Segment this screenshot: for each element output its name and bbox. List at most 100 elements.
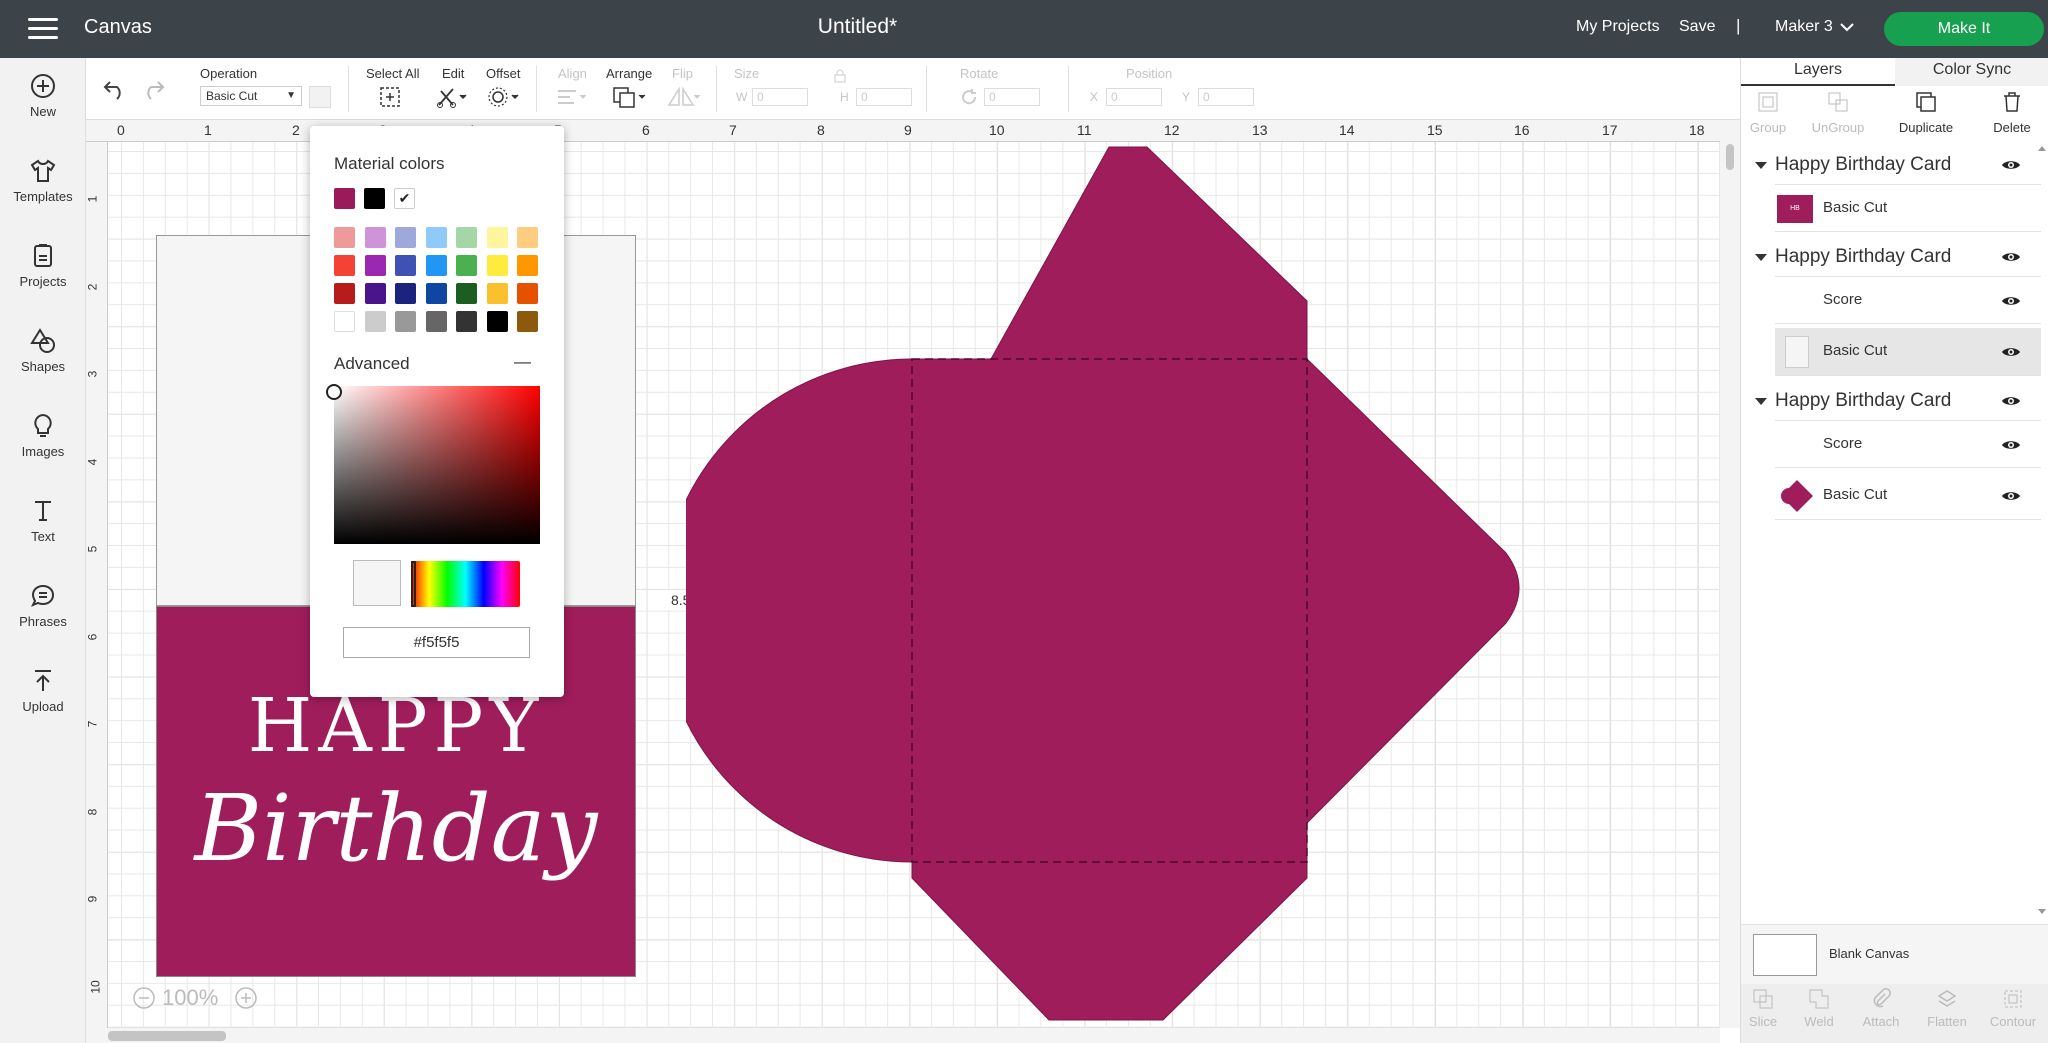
layer-row[interactable]: Score bbox=[1775, 276, 2041, 324]
layer-row[interactable]: Basic Cut bbox=[1775, 472, 2041, 520]
x-input[interactable]: 0 bbox=[1106, 88, 1162, 106]
palette-color-swatch[interactable] bbox=[395, 227, 416, 248]
expand-caret-icon[interactable] bbox=[1755, 254, 1767, 261]
document-title[interactable]: Untitled* bbox=[0, 15, 1715, 39]
palette-color-swatch[interactable] bbox=[364, 283, 386, 304]
make-it-button[interactable]: Make It bbox=[1884, 12, 2044, 46]
edit-scissors-icon[interactable] bbox=[436, 86, 468, 108]
palette-color-swatch[interactable] bbox=[486, 255, 508, 276]
eye-icon[interactable] bbox=[2001, 158, 2021, 172]
expand-caret-icon[interactable] bbox=[1755, 398, 1767, 405]
palette-color-swatch[interactable] bbox=[334, 227, 355, 248]
expand-caret-icon[interactable] bbox=[1755, 162, 1767, 169]
scroll-up-arrow-icon[interactable] bbox=[2037, 144, 2047, 152]
offset-icon[interactable] bbox=[488, 86, 520, 108]
palette-color-swatch[interactable] bbox=[395, 255, 416, 276]
eye-icon[interactable] bbox=[2001, 345, 2021, 359]
vertical-scrollbar[interactable] bbox=[1720, 122, 1740, 1028]
arrange-icon[interactable] bbox=[612, 86, 648, 108]
palette-color-swatch[interactable] bbox=[456, 255, 477, 276]
layer-group-title[interactable]: Happy Birthday Card bbox=[1775, 154, 1951, 176]
nav-phrases[interactable]: Phrases bbox=[0, 582, 86, 629]
used-color-swatch[interactable]: ✔ bbox=[394, 188, 415, 209]
duplicate-button[interactable]: Duplicate bbox=[1891, 90, 1961, 135]
palette-color-swatch[interactable] bbox=[456, 283, 477, 304]
undo-icon[interactable] bbox=[102, 78, 128, 102]
eye-icon[interactable] bbox=[2001, 294, 2021, 308]
palette-color-swatch[interactable] bbox=[486, 311, 508, 332]
machine-selector[interactable]: Maker 3 bbox=[1775, 18, 1833, 36]
envelope-shape[interactable] bbox=[686, 146, 1646, 1042]
zoom-in-icon[interactable] bbox=[234, 986, 258, 1010]
palette-color-swatch[interactable] bbox=[425, 227, 447, 248]
nav-shapes[interactable]: Shapes bbox=[0, 327, 86, 374]
y-input[interactable]: 0 bbox=[1198, 88, 1254, 106]
my-projects-link[interactable]: My Projects bbox=[1576, 18, 1660, 36]
zoom-out-icon[interactable] bbox=[132, 986, 156, 1010]
layer-row-selected[interactable]: Basic Cut bbox=[1775, 328, 2041, 376]
blank-canvas-swatch[interactable] bbox=[1753, 934, 1817, 976]
nav-templates[interactable]: Templates bbox=[0, 157, 86, 204]
palette-color-swatch[interactable] bbox=[456, 311, 477, 332]
palette-color-swatch[interactable] bbox=[517, 283, 538, 304]
nav-images[interactable]: Images bbox=[0, 412, 86, 459]
eye-icon[interactable] bbox=[2001, 394, 2021, 408]
eye-icon[interactable] bbox=[2001, 489, 2021, 503]
layer-row[interactable]: Score bbox=[1775, 420, 2041, 468]
nav-new[interactable]: New bbox=[0, 72, 86, 119]
vertical-scroll-thumb[interactable] bbox=[1726, 144, 1734, 170]
palette-color-swatch[interactable] bbox=[425, 311, 447, 332]
palette-color-swatch[interactable] bbox=[334, 311, 355, 332]
used-color-swatch[interactable] bbox=[334, 188, 355, 209]
blank-canvas-row[interactable]: Blank Canvas bbox=[1741, 924, 2048, 984]
collapse-advanced-button[interactable]: — bbox=[514, 352, 531, 372]
palette-color-swatch[interactable] bbox=[486, 283, 508, 304]
palette-color-swatch[interactable] bbox=[517, 311, 538, 332]
hex-input[interactable]: #f5f5f5 bbox=[343, 627, 530, 658]
palette-color-swatch[interactable] bbox=[425, 283, 447, 304]
operation-color-swatch[interactable] bbox=[309, 86, 331, 108]
palette-color-swatch[interactable] bbox=[425, 255, 447, 276]
eye-icon[interactable] bbox=[2001, 250, 2021, 264]
palette-color-swatch[interactable] bbox=[364, 255, 386, 276]
palette-color-swatch[interactable] bbox=[395, 283, 416, 304]
save-link[interactable]: Save bbox=[1679, 18, 1715, 36]
palette-color-swatch[interactable] bbox=[334, 283, 355, 304]
hue-handle[interactable] bbox=[411, 561, 416, 607]
select-all-icon[interactable] bbox=[379, 86, 401, 108]
layer-group-title[interactable]: Happy Birthday Card bbox=[1775, 390, 1951, 412]
palette-color-swatch[interactable] bbox=[517, 227, 538, 248]
height-input[interactable]: 0 bbox=[856, 88, 912, 106]
nav-label: Upload bbox=[22, 699, 64, 714]
horizontal-scroll-thumb[interactable] bbox=[108, 1031, 226, 1041]
palette-color-swatch[interactable] bbox=[395, 311, 416, 332]
hue-slider[interactable] bbox=[411, 561, 520, 607]
trash-icon bbox=[2004, 92, 2020, 112]
used-color-swatch[interactable] bbox=[364, 188, 385, 209]
palette-color-swatch[interactable] bbox=[334, 255, 355, 276]
eye-icon[interactable] bbox=[2001, 438, 2021, 452]
delete-button[interactable]: Delete bbox=[1977, 90, 2047, 135]
layer-group-title[interactable]: Happy Birthday Card bbox=[1775, 246, 1951, 268]
palette-color-swatch[interactable] bbox=[486, 227, 508, 248]
chevron-down-icon[interactable] bbox=[1838, 18, 1856, 36]
scroll-down-arrow-icon[interactable] bbox=[2037, 908, 2047, 916]
palette-color-swatch[interactable] bbox=[456, 227, 477, 248]
horizontal-scrollbar[interactable] bbox=[86, 1028, 1720, 1043]
x-label: X bbox=[1090, 90, 1099, 104]
tab-layers[interactable]: Layers bbox=[1741, 58, 1895, 86]
tab-color-sync[interactable]: Color Sync bbox=[1895, 58, 2048, 86]
nav-upload[interactable]: Upload bbox=[0, 667, 86, 714]
palette-color-swatch[interactable] bbox=[517, 255, 538, 276]
nav-projects[interactable]: Projects bbox=[0, 242, 86, 289]
layer-row[interactable]: HB Basic Cut bbox=[1775, 184, 2041, 232]
saturation-handle[interactable] bbox=[326, 384, 342, 400]
nav-text[interactable]: Text bbox=[0, 497, 86, 544]
operation-select[interactable]: Basic Cut ▼ bbox=[200, 86, 302, 106]
saturation-field[interactable] bbox=[326, 384, 540, 544]
palette-color-swatch[interactable] bbox=[364, 311, 386, 332]
width-input[interactable]: 0 bbox=[752, 88, 808, 106]
palette-color-swatch[interactable] bbox=[364, 227, 386, 248]
ruler-tick: 11 bbox=[1077, 122, 1092, 138]
rotate-input[interactable]: 0 bbox=[984, 88, 1040, 106]
